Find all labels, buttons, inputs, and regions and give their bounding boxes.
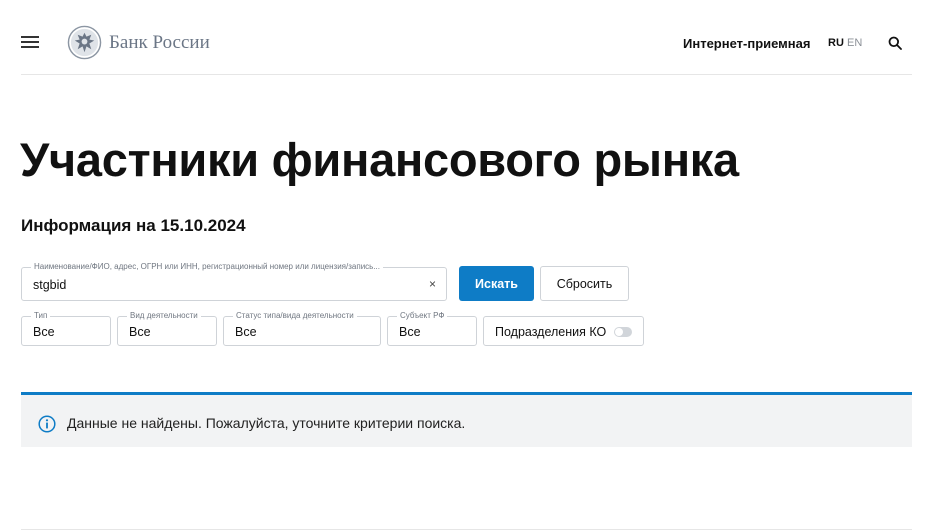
filter-activity-value: Все bbox=[129, 325, 151, 339]
hamburger-menu-icon[interactable] bbox=[21, 36, 39, 49]
page-title: Участники финансового рынка bbox=[20, 133, 739, 186]
search-icon[interactable] bbox=[888, 36, 902, 50]
filter-region-legend: Субъект РФ bbox=[397, 311, 448, 320]
filter-type-select[interactable]: Тип Все bbox=[21, 311, 111, 346]
site-header: Банк России Интернет-приемная RU EN bbox=[21, 0, 912, 75]
brand-name[interactable]: Банк России bbox=[109, 32, 210, 54]
branches-toggle-label: Подразделения КО bbox=[495, 325, 607, 339]
filter-type-legend: Тип bbox=[31, 311, 51, 320]
search-input-legend: Наименование/ФИО, адрес, ОГРН или ИНН, р… bbox=[31, 262, 383, 271]
info-date: Информация на 15.10.2024 bbox=[21, 216, 246, 235]
search-input-value[interactable]: stgbid bbox=[33, 278, 66, 292]
footer-divider bbox=[21, 529, 912, 530]
reset-button[interactable]: Сбросить bbox=[540, 266, 629, 301]
search-button[interactable]: Искать bbox=[459, 266, 534, 301]
filter-type-value: Все bbox=[33, 325, 55, 339]
branches-toggle-switch[interactable] bbox=[614, 327, 632, 337]
filter-status-legend: Статус типа/вида деятельности bbox=[233, 311, 357, 320]
filter-activity-select[interactable]: Вид деятельности Все bbox=[117, 311, 217, 346]
filter-region-value: Все bbox=[399, 325, 421, 339]
lang-ru-link[interactable]: RU bbox=[828, 37, 844, 49]
filter-status-select[interactable]: Статус типа/вида деятельности Все bbox=[223, 311, 381, 346]
filter-activity-legend: Вид деятельности bbox=[127, 311, 201, 320]
filter-region-select[interactable]: Субъект РФ Все bbox=[387, 311, 477, 346]
no-results-alert: Данные не найдены. Пожалуйста, уточните … bbox=[21, 392, 912, 447]
branches-toggle-field[interactable]: Подразделения КО bbox=[483, 316, 644, 346]
info-icon bbox=[38, 415, 56, 433]
bank-emblem-icon[interactable] bbox=[67, 25, 102, 60]
clear-search-icon[interactable]: × bbox=[429, 277, 436, 291]
search-input[interactable]: Наименование/ФИО, адрес, ОГРН или ИНН, р… bbox=[21, 262, 447, 301]
internet-reception-link[interactable]: Интернет-приемная bbox=[683, 36, 810, 51]
filter-status-value: Все bbox=[235, 325, 257, 339]
lang-en-link[interactable]: EN bbox=[847, 37, 862, 49]
alert-message: Данные не найдены. Пожалуйста, уточните … bbox=[67, 415, 466, 431]
